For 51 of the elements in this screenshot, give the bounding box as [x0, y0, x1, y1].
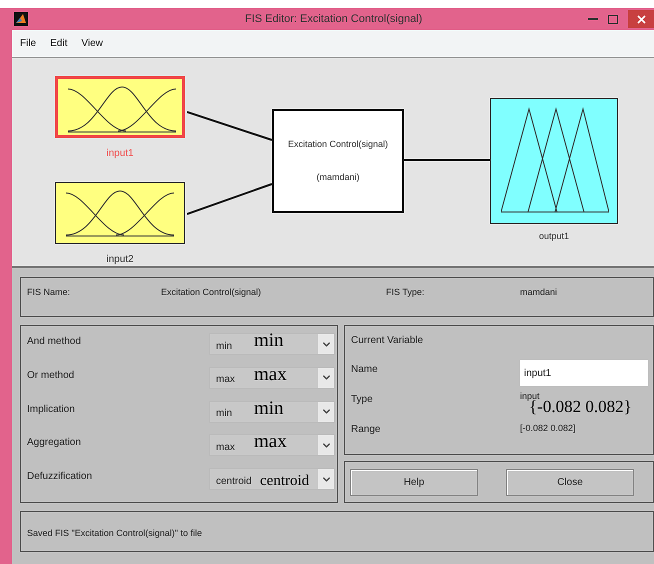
fis-name-value: Excitation Control(signal) [161, 286, 262, 299]
close-button[interactable] [628, 10, 654, 28]
input-node[interactable] [55, 76, 185, 138]
menu-item[interactable]: Edit [50, 36, 68, 51]
dialog-button[interactable]: Close [506, 468, 634, 496]
dialog-button[interactable]: Help [350, 468, 478, 496]
output-label: output1 [538, 230, 570, 243]
close-icon [636, 14, 646, 24]
fis-type-value: mamdani [520, 286, 558, 299]
method-label: Aggregation [27, 436, 82, 450]
method-label: And method [27, 335, 82, 349]
status-message: Saved FIS "Excitation Control(signal)" to file [27, 528, 202, 538]
method-label: Defuzzification [27, 470, 94, 484]
membership-curves-icon [64, 189, 176, 237]
menu-item[interactable]: File [20, 36, 36, 51]
input-node[interactable] [55, 182, 185, 244]
range-label: Range [351, 423, 380, 437]
annotation-text: min [254, 331, 284, 350]
minimize-icon[interactable] [588, 18, 598, 20]
method-dropdown[interactable]: min min [209, 400, 335, 423]
method-dropdown[interactable]: max max [209, 366, 335, 389]
annotation-text: min [254, 398, 284, 418]
window-title: FIS Editor: Excitation Control(signal) [245, 12, 422, 27]
output-node[interactable] [490, 98, 618, 224]
app-logo-icon [14, 12, 28, 26]
membership-curves-icon [66, 85, 178, 133]
system-type: (mamdani) [316, 171, 360, 184]
system-node[interactable]: Excitation Control(signal) (mamdani) [272, 109, 404, 213]
method-dropdown[interactable]: centroid centroid [209, 468, 335, 490]
panel-title: Current Variable [351, 334, 424, 348]
type-value: input [520, 390, 540, 401]
range-value: [-0.082 0.082] [520, 422, 576, 435]
annotation-text: max [254, 432, 287, 452]
type-label: Type [351, 393, 373, 407]
name-field[interactable]: input1 [520, 360, 648, 386]
input-label: input2 [105, 253, 135, 267]
system-name: Excitation Control(signal) [288, 138, 388, 151]
annotation-text: centroid [260, 474, 310, 490]
annotation-text: {-0.082 0.082} [529, 398, 632, 415]
method-label: Or method [27, 368, 76, 383]
menu-item[interactable]: View [81, 36, 103, 51]
input-label: input1 [105, 147, 135, 161]
name-label: Name [351, 363, 378, 377]
fis-type-label: FIS Type: [386, 286, 426, 299]
method-dropdown[interactable]: min min [209, 333, 335, 355]
method-dropdown[interactable]: max max [209, 434, 335, 456]
maximize-icon[interactable] [608, 14, 618, 24]
annotation-text: max [254, 364, 287, 384]
fis-name-label: FIS Name: [27, 286, 72, 299]
triangle-curves-icon [501, 107, 609, 215]
method-label: Implication [27, 402, 76, 417]
